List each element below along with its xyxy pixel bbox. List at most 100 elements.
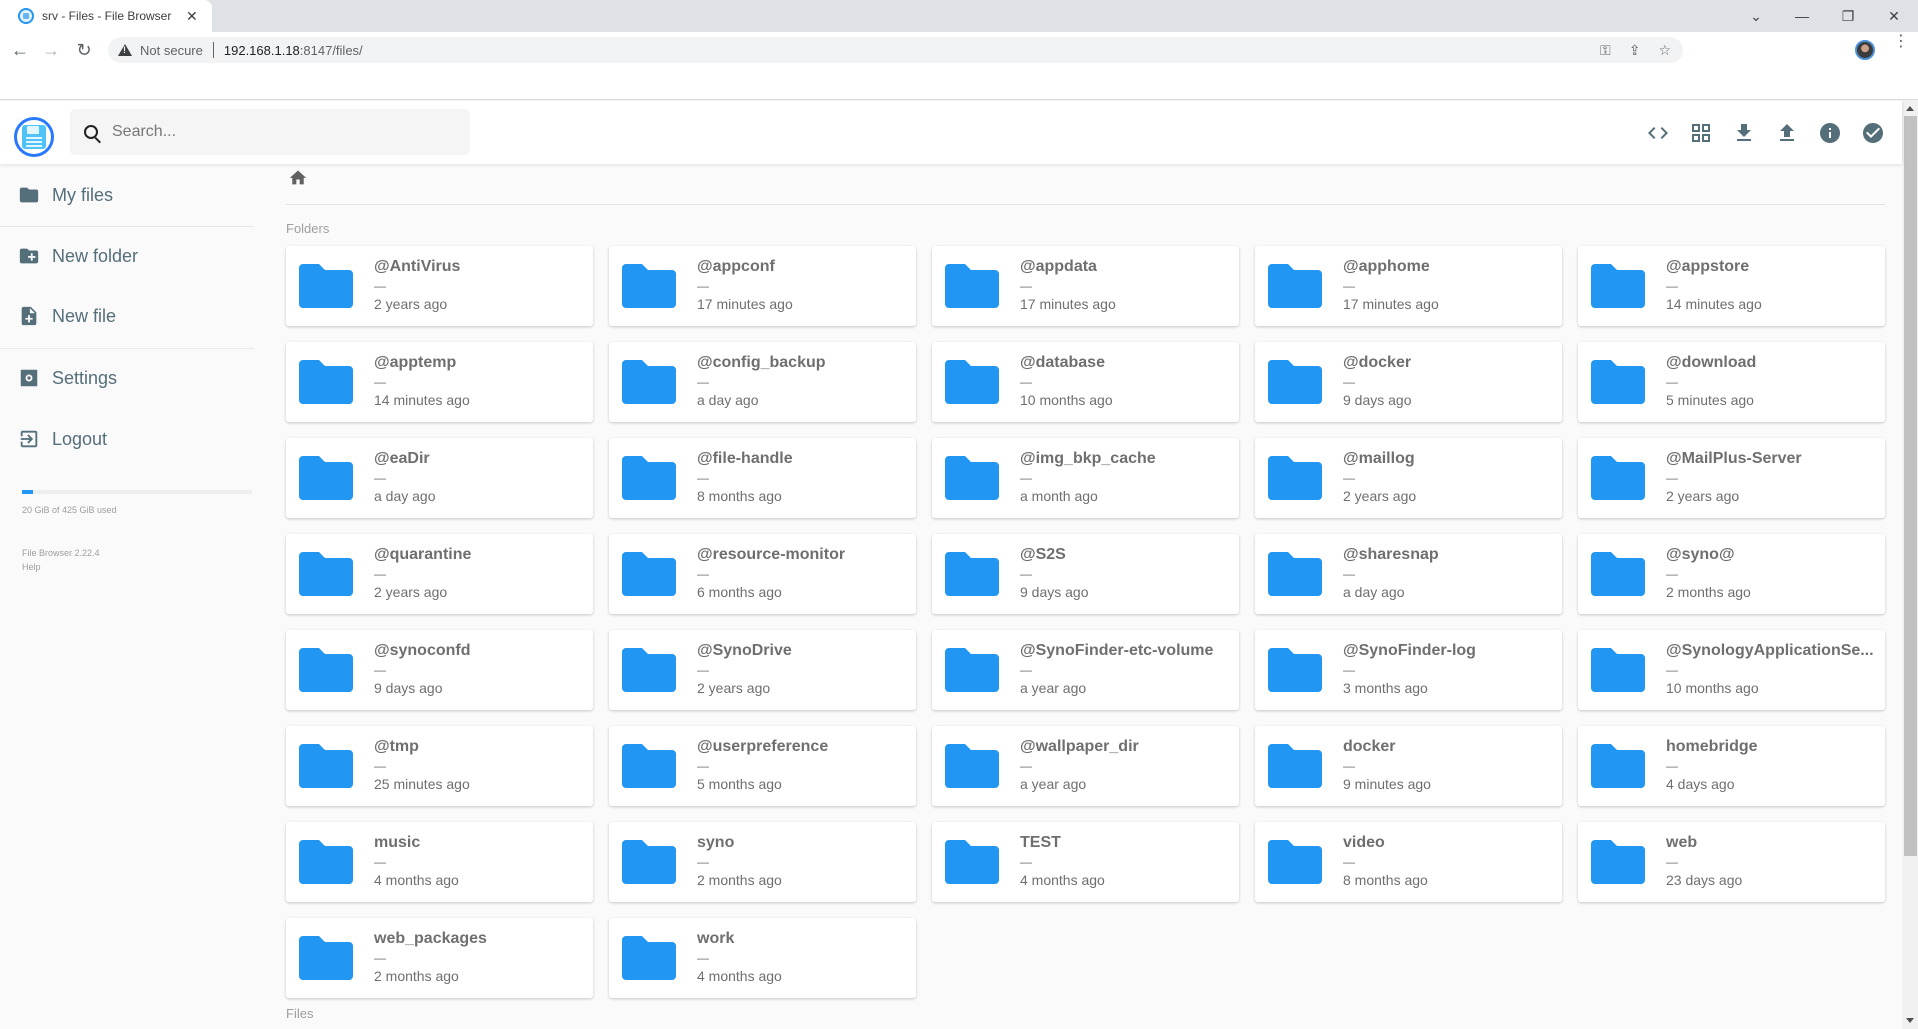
- folder-icon: [1591, 648, 1645, 692]
- tab-search-chevron-icon[interactable]: ⌄: [1733, 0, 1779, 32]
- folder-modified: a year ago: [1020, 776, 1087, 792]
- folder-card[interactable]: @userpreference — 5 months ago: [609, 726, 916, 806]
- folder-card[interactable]: @download — 5 minutes ago: [1578, 342, 1885, 422]
- reload-icon[interactable]: ↻: [70, 36, 98, 64]
- folder-card[interactable]: @maillog — 2 years ago: [1255, 438, 1562, 518]
- folder-card[interactable]: @appstore — 14 minutes ago: [1578, 246, 1885, 326]
- scroll-down-arrow-icon[interactable]: [1906, 1018, 1914, 1023]
- folder-card[interactable]: @syno@ — 2 months ago: [1578, 534, 1885, 614]
- folder-card[interactable]: music — 4 months ago: [286, 822, 593, 902]
- sidebar-item-my-files[interactable]: My files: [18, 180, 113, 210]
- folder-card[interactable]: TEST — 4 months ago: [932, 822, 1239, 902]
- folder-icon: [299, 552, 353, 596]
- search-input[interactable]: [112, 123, 442, 141]
- folder-card[interactable]: work — 4 months ago: [609, 918, 916, 998]
- sidebar-divider: [0, 226, 254, 227]
- folder-card[interactable]: syno — 2 months ago: [609, 822, 916, 902]
- download-button[interactable]: [1722, 113, 1765, 153]
- browser-tab[interactable]: srv - Files - File Browser ✕: [0, 0, 212, 32]
- folder-card[interactable]: @eaDir — a day ago: [286, 438, 593, 518]
- folder-card[interactable]: @SynoFinder-etc-volume — a year ago: [932, 630, 1239, 710]
- page-scrollbar[interactable]: [1902, 100, 1918, 1029]
- folder-card[interactable]: homebridge — 4 days ago: [1578, 726, 1885, 806]
- folder-card[interactable]: @file-handle — 8 months ago: [609, 438, 916, 518]
- bookmark-star-icon[interactable]: ☆: [1658, 42, 1671, 59]
- minimize-icon[interactable]: —: [1779, 0, 1825, 32]
- folder-card[interactable]: @docker — 9 days ago: [1255, 342, 1562, 422]
- folder-card[interactable]: @SynoDrive — 2 years ago: [609, 630, 916, 710]
- forward-arrow-icon[interactable]: →: [37, 36, 65, 64]
- search-box[interactable]: [70, 109, 470, 155]
- sidebar-item-new-file[interactable]: New file: [18, 301, 116, 331]
- folder-modified: 2 years ago: [1666, 488, 1740, 504]
- sidebar-item-label: My files: [52, 184, 114, 205]
- folder-size: —: [374, 567, 386, 581]
- folder-card[interactable]: @wallpaper_dir — a year ago: [932, 726, 1239, 806]
- key-icon[interactable]: ⚿: [1600, 42, 1611, 59]
- upload-button[interactable]: [1765, 113, 1808, 153]
- switch-view-button[interactable]: [1636, 113, 1679, 153]
- sidebar-item-new-folder[interactable]: New folder: [18, 241, 138, 271]
- folder-card[interactable]: @appconf — 17 minutes ago: [609, 246, 916, 326]
- folder-size: —: [697, 855, 709, 869]
- folder-card[interactable]: @quarantine — 2 years ago: [286, 534, 593, 614]
- folder-modified: 2 months ago: [1666, 584, 1751, 600]
- share-icon[interactable]: ⇪: [1629, 42, 1641, 59]
- restore-icon[interactable]: ❐: [1825, 0, 1871, 32]
- folder-card[interactable]: @synoconfd — 9 days ago: [286, 630, 593, 710]
- check-circle-icon: [1862, 123, 1883, 143]
- folder-icon: [1268, 456, 1322, 500]
- profile-avatar[interactable]: [1855, 40, 1875, 60]
- folder-card[interactable]: @img_bkp_cache — a month ago: [932, 438, 1239, 518]
- folder-card[interactable]: @SynoFinder-log — 3 months ago: [1255, 630, 1562, 710]
- folder-card[interactable]: docker — 9 minutes ago: [1255, 726, 1562, 806]
- folder-name: @sharesnap: [1343, 546, 1439, 563]
- folder-modified: 6 months ago: [697, 584, 782, 600]
- folder-card[interactable]: @apphome — 17 minutes ago: [1255, 246, 1562, 326]
- browser-menu-icon[interactable]: ⋮: [1893, 34, 1909, 50]
- url-bar[interactable]: Not secure 192.168.1.18:8147/files/ ⚿ ⇪ …: [108, 37, 1683, 63]
- folder-icon: [19, 187, 39, 203]
- folder-card[interactable]: @MailPlus-Server — 2 years ago: [1578, 438, 1885, 518]
- back-arrow-icon[interactable]: ←: [6, 36, 34, 64]
- download-icon: [1736, 124, 1751, 141]
- folder-card[interactable]: @resource-monitor — 6 months ago: [609, 534, 916, 614]
- folder-size: —: [1343, 663, 1355, 677]
- sidebar-item-settings[interactable]: Settings: [18, 363, 117, 393]
- folder-card[interactable]: @sharesnap — a day ago: [1255, 534, 1562, 614]
- scroll-up-arrow-icon[interactable]: [1906, 106, 1914, 111]
- scroll-thumb[interactable]: [1904, 116, 1917, 856]
- app-logo[interactable]: [14, 117, 54, 157]
- folder-card[interactable]: @tmp — 25 minutes ago: [286, 726, 593, 806]
- folder-size: —: [374, 663, 386, 677]
- grid-view-button[interactable]: [1679, 113, 1722, 153]
- folder-card[interactable]: @appdata — 17 minutes ago: [932, 246, 1239, 326]
- folder-icon: [299, 744, 353, 788]
- folder-card[interactable]: @S2S — 9 days ago: [932, 534, 1239, 614]
- folder-modified: 14 minutes ago: [374, 392, 470, 408]
- close-window-icon[interactable]: ✕: [1871, 0, 1917, 32]
- browser-tab-bar: srv - Files - File Browser ✕ ⌄ — ❐ ✕: [0, 0, 1918, 32]
- close-tab-icon[interactable]: ✕: [186, 8, 198, 25]
- folder-card[interactable]: web_packages — 2 months ago: [286, 918, 593, 998]
- folder-card[interactable]: @database — 10 months ago: [932, 342, 1239, 422]
- folder-modified: 2 years ago: [697, 680, 771, 696]
- folder-card[interactable]: @AntiVirus — 2 years ago: [286, 246, 593, 326]
- folder-size: —: [374, 279, 386, 293]
- sidebar-item-logout[interactable]: Logout: [18, 424, 107, 454]
- folder-modified: 5 months ago: [697, 776, 782, 792]
- folder-name: @apptemp: [374, 354, 457, 371]
- breadcrumb-home[interactable]: [288, 168, 308, 186]
- folder-card[interactable]: web — 23 days ago: [1578, 822, 1885, 902]
- folder-card[interactable]: video — 8 months ago: [1255, 822, 1562, 902]
- info-button[interactable]: [1808, 113, 1851, 153]
- folder-card[interactable]: @SynologyApplicationSe... — 10 months ago: [1578, 630, 1885, 710]
- select-multiple-button[interactable]: [1851, 113, 1894, 153]
- folder-size: —: [697, 471, 709, 485]
- folder-name: @eaDir: [374, 450, 430, 467]
- folder-size: —: [1343, 567, 1355, 581]
- folder-card[interactable]: @config_backup — a day ago: [609, 342, 916, 422]
- folder-modified: 8 months ago: [1343, 872, 1428, 888]
- folder-card[interactable]: @apptemp — 14 minutes ago: [286, 342, 593, 422]
- help-link[interactable]: Help: [22, 560, 100, 574]
